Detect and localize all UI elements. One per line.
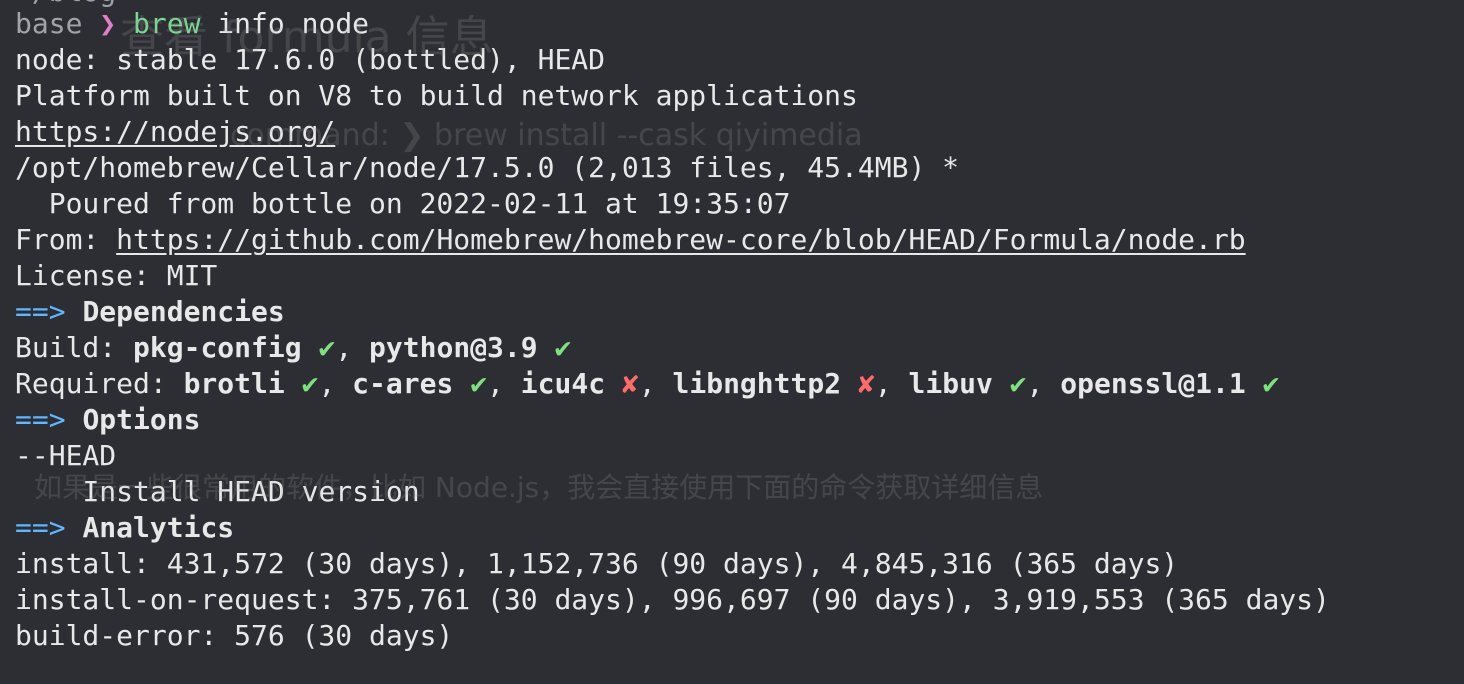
terminal-window[interactable]: 查看 formula 信息 command: ❯ brew install --…: [0, 0, 1464, 684]
required-deps-line: Required: brotli ✔, c-ares ✔, icu4c ✘, l…: [15, 366, 1464, 402]
cross-icon: ✘: [857, 367, 875, 400]
dep-separator: ,: [1026, 367, 1061, 400]
option-description: Install HEAD version: [15, 475, 420, 508]
required-dep-name: c-ares: [352, 367, 454, 400]
analytics-title: Analytics: [82, 511, 235, 544]
build-deps-line: Build: pkg-config ✔, python@3.9 ✔: [15, 330, 1464, 366]
option-flag-line: --HEAD: [15, 439, 117, 472]
check-icon: ✔: [554, 331, 572, 364]
analytics-build-error-line: build-error: 576 (30 days): [15, 619, 454, 652]
from-line: From: https://github.com/Homebrew/homebr…: [15, 222, 1464, 258]
poured-line: Poured from bottle on 2022-02-11 at 19:3…: [15, 187, 791, 220]
build-dep-name: python@3.9: [369, 331, 538, 364]
dep-separator: ,: [874, 367, 909, 400]
dep-separator: ,: [638, 367, 673, 400]
description-line: Platform built on V8 to build network ap…: [15, 79, 858, 112]
check-icon: ✔: [470, 367, 488, 400]
prompt-line: base ❯ brew info node: [15, 6, 1464, 42]
command-args: info node: [200, 7, 370, 40]
options-title: Options: [82, 403, 201, 436]
from-label: From:: [15, 223, 117, 256]
required-dep-name: icu4c: [520, 367, 606, 400]
dep-separator: ,: [318, 367, 353, 400]
required-dep-name: libnghttp2: [672, 367, 842, 400]
required-label: Required:: [15, 367, 184, 400]
analytics-header: ==> Analytics: [15, 510, 1464, 546]
prompt-symbol: ❯: [99, 7, 117, 40]
formula-link[interactable]: https://github.com/Homebrew/homebrew-cor…: [116, 223, 1245, 256]
required-dep-name: brotli: [183, 367, 285, 400]
build-dep-name: pkg-config: [133, 331, 302, 364]
cross-icon: ✘: [621, 367, 639, 400]
build-label: Build:: [15, 331, 134, 364]
check-icon: ✔: [301, 367, 319, 400]
section-arrow: ==>: [15, 295, 66, 328]
section-arrow: ==>: [15, 511, 66, 544]
command-name: brew: [133, 7, 201, 40]
analytics-install-on-request-line: install-on-request: 375,761 (30 days), 9…: [15, 583, 1330, 616]
previous-prompt-fragment: ~/blog: [15, 0, 116, 10]
option-desc-line: Install HEAD version: [15, 474, 1464, 510]
cellar-line: /opt/homebrew/Cellar/node/17.5.0 (2,013 …: [15, 151, 960, 184]
check-icon: ✔: [1262, 367, 1280, 400]
homepage-line: https://nodejs.org/: [15, 114, 1464, 150]
analytics-install-line: install: 431,572 (30 days), 1,152,736 (9…: [15, 547, 1179, 580]
dependencies-header: ==> Dependencies: [15, 294, 1464, 330]
check-icon: ✔: [1009, 367, 1027, 400]
conda-env-label: base: [15, 7, 83, 40]
section-arrow: ==>: [15, 403, 66, 436]
license-line: License: MIT: [15, 259, 218, 292]
node-version-line: node: stable 17.6.0 (bottled), HEAD: [15, 43, 606, 76]
dep-separator: ,: [335, 331, 370, 364]
required-dep-name: openssl@1.1: [1060, 367, 1246, 400]
required-dep-name: libuv: [908, 367, 993, 400]
dep-separator: ,: [487, 367, 521, 400]
check-icon: ✔: [318, 331, 336, 364]
homepage-link[interactable]: https://nodejs.org/: [15, 115, 335, 148]
options-header: ==> Options: [15, 402, 1464, 438]
dependencies-title: Dependencies: [82, 295, 285, 328]
